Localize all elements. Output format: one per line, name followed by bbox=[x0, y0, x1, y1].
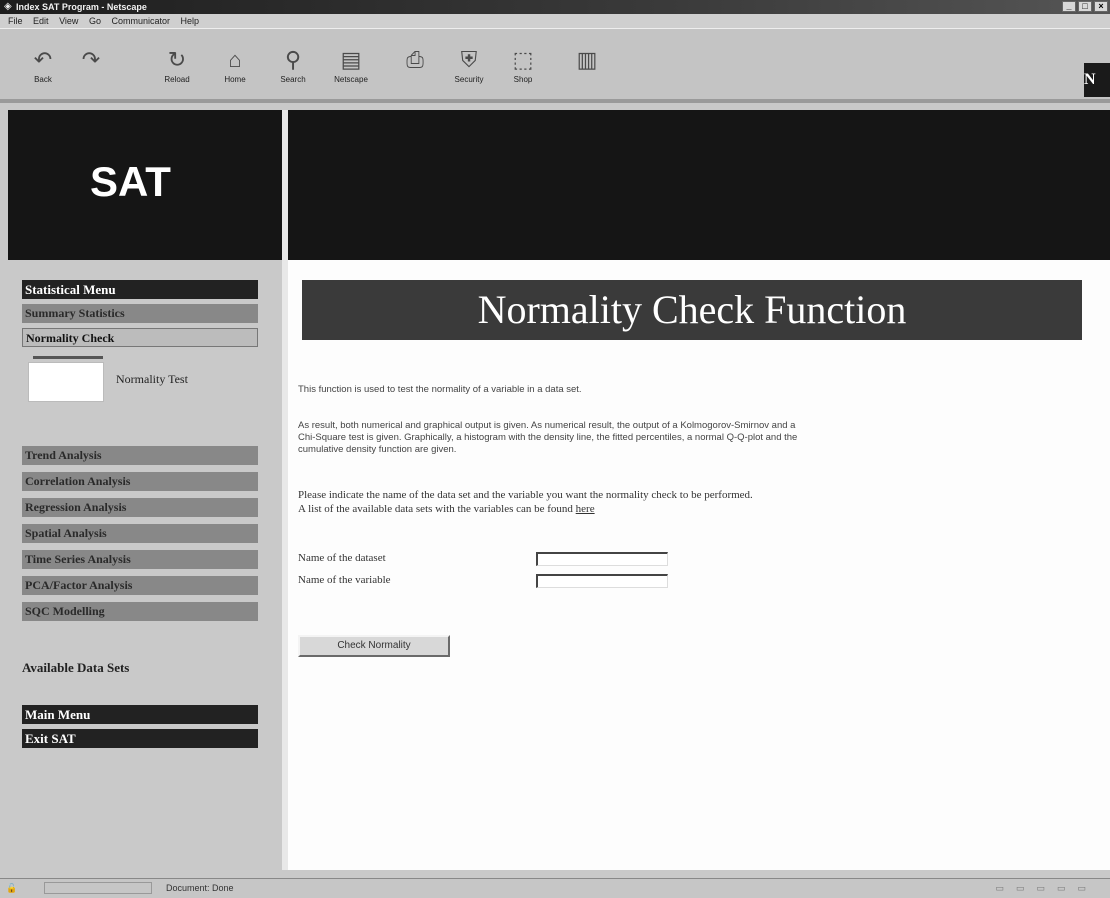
variable-label: Name of the variable bbox=[298, 574, 391, 586]
sidebar-item-summary-statistics[interactable]: Summary Statistics bbox=[22, 304, 258, 323]
navigation-toolbar: ↶ Back ↷ ↻ Reload ⌂ Home ⚲ Search ▤ Nets… bbox=[0, 28, 1110, 100]
sat-logo-text: SAT bbox=[90, 158, 171, 205]
security-status-icon[interactable]: 🔓 bbox=[6, 879, 17, 897]
dataset-label: Name of the dataset bbox=[298, 552, 386, 564]
description-line-3: cumulative density function are given. bbox=[298, 444, 457, 455]
sidebar-item-time-series-analysis[interactable]: Time Series Analysis bbox=[22, 550, 258, 569]
sat-header: SAT bbox=[8, 110, 282, 260]
instruction-text: Please indicate the name of the data set… bbox=[298, 488, 1038, 516]
data-sets-link[interactable]: here bbox=[576, 503, 595, 515]
intro-text: This function is used to test the normal… bbox=[298, 384, 582, 395]
instruction-line-1: Please indicate the name of the data set… bbox=[298, 489, 753, 501]
menu-go[interactable]: Go bbox=[89, 16, 101, 26]
netscape-button[interactable]: ▤ Netscape bbox=[328, 33, 374, 95]
forward-arrow-icon: ↷ bbox=[81, 47, 101, 72]
stop-icon: ▥ bbox=[576, 47, 598, 72]
shop-icon: ⬚ bbox=[512, 47, 534, 72]
dataset-input[interactable] bbox=[536, 552, 668, 566]
sidebar-item-pca-factor-analysis[interactable]: PCA/Factor Analysis bbox=[22, 576, 258, 595]
thumbnail-separator bbox=[33, 356, 103, 359]
description-line-1: As result, both numerical and graphical … bbox=[298, 420, 796, 431]
header-banner bbox=[288, 110, 1110, 260]
home-button[interactable]: ⌂ Home bbox=[212, 33, 258, 95]
stop-button[interactable]: ▥ bbox=[564, 33, 610, 95]
page-border bbox=[0, 99, 1110, 103]
menu-file[interactable]: File bbox=[8, 16, 23, 26]
normality-test-thumbnail[interactable] bbox=[28, 356, 104, 402]
netscape-icon: ▤ bbox=[340, 47, 362, 72]
home-icon: ⌂ bbox=[228, 47, 242, 72]
instruction-line-2-text: A list of the available data sets with t… bbox=[298, 503, 576, 515]
window-title: Index SAT Program - Netscape bbox=[16, 2, 147, 12]
sidebar-item-normality-check[interactable]: Normality Check bbox=[22, 328, 258, 347]
check-normality-button[interactable]: Check Normality bbox=[298, 635, 450, 657]
component-bar-icons[interactable]: ▭▭▭▭▭ bbox=[995, 879, 1098, 897]
instruction-line-2: A list of the available data sets with t… bbox=[298, 502, 1038, 516]
print-button[interactable]: ⎙ bbox=[392, 33, 438, 95]
shop-button[interactable]: ⬚ Shop bbox=[500, 33, 546, 95]
reload-icon: ↻ bbox=[167, 47, 187, 72]
variable-input[interactable] bbox=[536, 574, 668, 588]
sidebar-item-regression-analysis[interactable]: Regression Analysis bbox=[22, 498, 258, 517]
main-content: Normality Check Function This function i… bbox=[288, 260, 1110, 870]
sidebar-item-correlation-analysis[interactable]: Correlation Analysis bbox=[22, 472, 258, 491]
sidebar-item-exit-sat[interactable]: Exit SAT bbox=[22, 729, 258, 748]
page-title: Normality Check Function bbox=[302, 280, 1082, 340]
back-arrow-icon: ↶ bbox=[33, 47, 53, 72]
print-icon: ⎙ bbox=[406, 47, 424, 72]
status-text: Document: Done bbox=[166, 883, 234, 893]
description-text: As result, both numerical and graphical … bbox=[298, 420, 1038, 456]
netscape-logo: N bbox=[1084, 63, 1110, 97]
forward-button[interactable]: ↷ bbox=[68, 33, 114, 95]
sidebar-item-main-menu[interactable]: Main Menu bbox=[22, 705, 258, 724]
security-button[interactable]: ⛨ Security bbox=[446, 33, 492, 95]
close-icon[interactable]: × bbox=[1094, 1, 1108, 12]
menu-communicator[interactable]: Communicator bbox=[111, 16, 170, 26]
menu-edit[interactable]: Edit bbox=[33, 16, 49, 26]
menu-view[interactable]: View bbox=[59, 16, 78, 26]
search-icon: ⚲ bbox=[284, 47, 302, 72]
minimize-icon[interactable]: _ bbox=[1062, 1, 1076, 12]
netscape-window-icon: ◈ bbox=[4, 1, 12, 12]
menu-bar: File Edit View Go Communicator Help bbox=[0, 14, 1110, 28]
sidebar-item-statistical-menu[interactable]: Statistical Menu bbox=[22, 280, 258, 299]
window-titlebar: ◈ Index SAT Program - Netscape _ □ × bbox=[0, 0, 1110, 14]
available-data-sets-link[interactable]: Available Data Sets bbox=[22, 660, 129, 676]
sidebar-item-sqc-modelling[interactable]: SQC Modelling bbox=[22, 602, 258, 621]
sidebar-item-trend-analysis[interactable]: Trend Analysis bbox=[22, 446, 258, 465]
sidebar-subitem-normality-test[interactable]: Normality Test bbox=[116, 372, 188, 387]
reload-button[interactable]: ↻ Reload bbox=[154, 33, 200, 95]
sidebar-item-spatial-analysis[interactable]: Spatial Analysis bbox=[22, 524, 258, 543]
progress-field bbox=[44, 882, 152, 894]
maximize-icon[interactable]: □ bbox=[1078, 1, 1092, 12]
window-controls: _ □ × bbox=[1062, 1, 1108, 12]
back-button[interactable]: ↶ Back bbox=[20, 33, 66, 95]
status-bar: 🔓 Document: Done ▭▭▭▭▭ bbox=[0, 878, 1110, 898]
lock-icon: ⛨ bbox=[460, 47, 478, 72]
sidebar: Statistical Menu Summary Statistics Norm… bbox=[8, 260, 282, 870]
search-button[interactable]: ⚲ Search bbox=[270, 33, 316, 95]
menu-help[interactable]: Help bbox=[181, 16, 200, 26]
description-line-2: Chi-Square test is given. Graphically, a… bbox=[298, 432, 798, 443]
